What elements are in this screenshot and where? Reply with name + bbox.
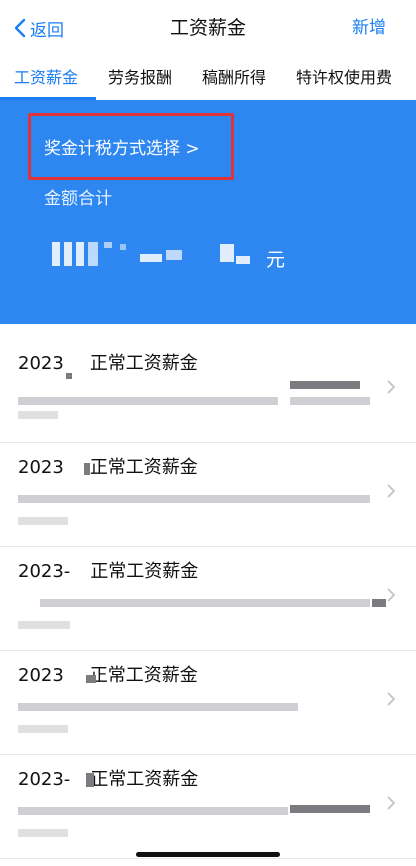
record-item[interactable]: 2023 正常工资薪金 — [0, 443, 416, 547]
redacted-detail — [18, 807, 288, 815]
record-type: 正常工资薪金 — [89, 665, 198, 686]
redacted-detail — [18, 725, 68, 733]
pixelated-digit — [64, 242, 72, 266]
record-type: 正常工资薪金 — [89, 353, 198, 374]
pixelated-mark — [86, 675, 96, 683]
redacted-detail — [290, 805, 370, 813]
record-item[interactable]: 2023 正常工资薪金 — [0, 339, 416, 443]
redacted-detail — [372, 599, 386, 607]
record-title: 2023- 正常工资薪金 — [18, 768, 198, 792]
chevron-right-icon — [387, 796, 396, 810]
redacted-detail — [40, 599, 370, 607]
pixelated-digit — [52, 242, 60, 266]
tab-royalty[interactable]: 稿酬所得 — [202, 67, 266, 89]
pixelated-digit — [140, 254, 162, 262]
bonus-tax-method-link[interactable]: 奖金计税方式选择 > — [44, 138, 200, 160]
pixelated-digit — [88, 242, 98, 266]
total-amount-label: 金额合计 — [44, 189, 112, 209]
add-button[interactable]: 新增 — [352, 14, 386, 42]
record-title: 2023 正常工资薪金 — [18, 664, 198, 688]
chevron-right-icon — [387, 692, 396, 706]
record-year: 2023 — [18, 457, 64, 478]
record-title: 2023- 正常工资薪金 — [18, 560, 198, 584]
redacted-detail — [18, 495, 370, 503]
pixelated-mark — [86, 773, 94, 787]
record-type: 正常工资薪金 — [89, 457, 198, 478]
record-title: 2023 正常工资薪金 — [18, 456, 198, 480]
chevron-right-icon — [387, 588, 396, 602]
record-year: 2023- — [18, 769, 71, 790]
amount-unit: 元 — [266, 249, 286, 271]
pixelated-mark — [66, 373, 72, 379]
record-type: 正常工资薪金 — [90, 769, 199, 790]
record-year: 2023 — [18, 353, 64, 374]
pixelated-digit — [120, 244, 126, 250]
redacted-detail — [18, 411, 58, 419]
chevron-right-icon — [387, 484, 396, 498]
record-year: 2023- — [18, 561, 71, 582]
chevron-right-icon — [387, 380, 396, 394]
pixelated-digit — [236, 256, 250, 264]
tab-salary[interactable]: 工资薪金 — [14, 67, 78, 89]
category-tabs: 工资薪金 劳务报酬 稿酬所得 特许权使用费 — [0, 56, 416, 100]
redacted-detail — [290, 397, 370, 405]
redacted-detail — [18, 397, 278, 405]
home-indicator — [136, 852, 280, 857]
redacted-detail — [18, 621, 70, 629]
tab-franchise[interactable]: 特许权使用费 — [296, 67, 392, 89]
record-item[interactable]: 2023 正常工资薪金 — [0, 651, 416, 755]
record-year: 2023 — [18, 665, 64, 686]
nav-bar: 返回 工资薪金 新增 — [0, 0, 416, 56]
tab-labor[interactable]: 劳务报酬 — [108, 67, 172, 89]
pixelated-digit — [220, 244, 234, 262]
record-item[interactable]: 2023- 正常工资薪金 — [0, 755, 416, 859]
pixelated-digit — [76, 242, 84, 266]
redacted-detail — [290, 381, 360, 389]
record-item[interactable]: 2023- 正常工资薪金 — [0, 547, 416, 651]
redacted-detail — [18, 517, 68, 525]
pixelated-digit — [104, 242, 112, 248]
pixelated-digit — [166, 250, 182, 260]
pixelated-mark — [84, 463, 90, 475]
record-type: 正常工资薪金 — [90, 561, 199, 582]
redacted-detail — [18, 703, 298, 711]
redacted-detail — [18, 829, 68, 837]
record-title: 2023 正常工资薪金 — [18, 352, 198, 376]
